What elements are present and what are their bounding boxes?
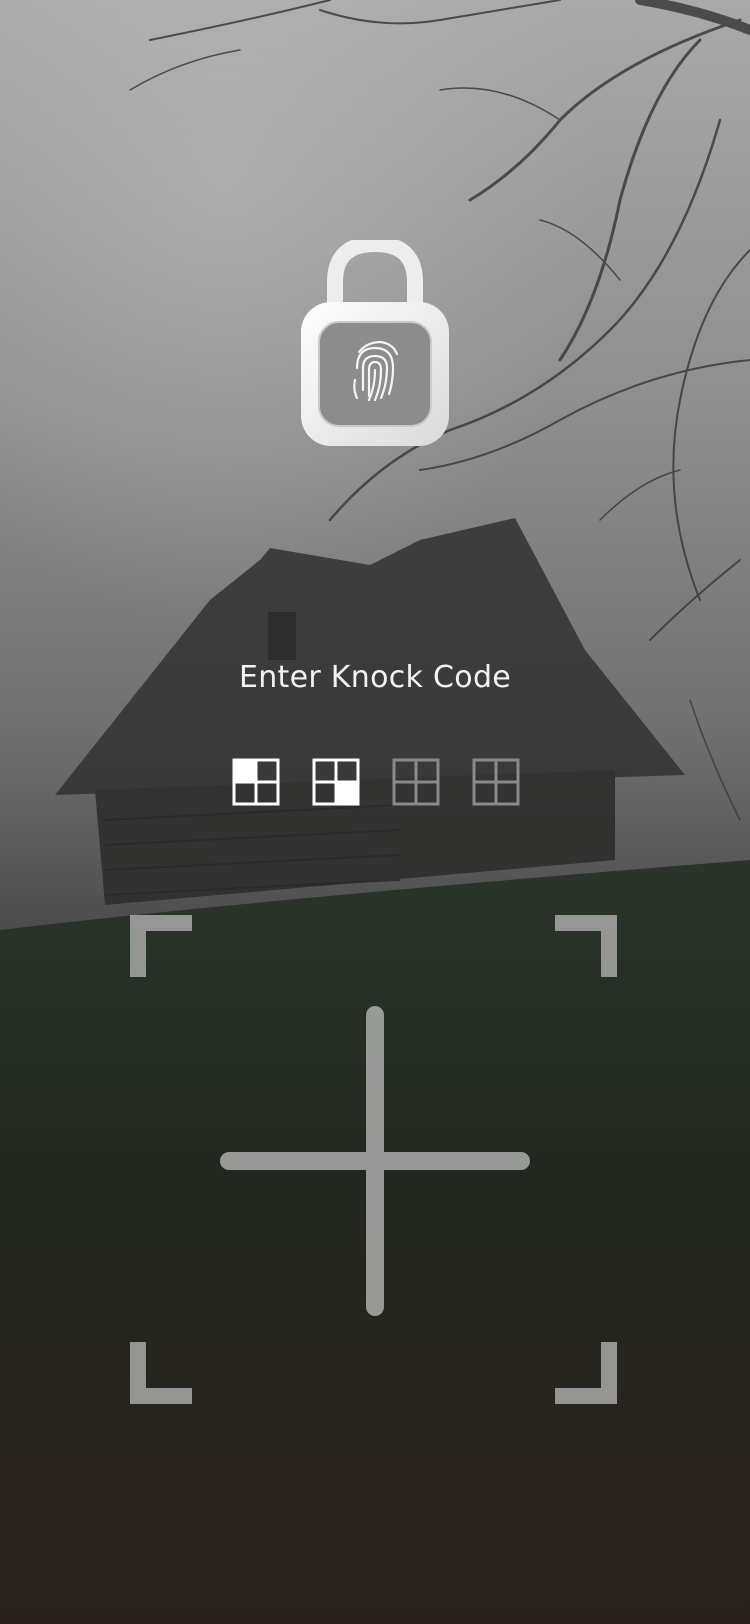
crosshair-horizontal [220, 1152, 530, 1170]
knock-code-indicators [0, 758, 750, 808]
padlock-open-icon [301, 240, 449, 446]
knock-indicator-3 [392, 758, 440, 806]
page-title: Enter Knock Code [238, 660, 512, 695]
knock-indicator-2 [312, 758, 360, 806]
knock-indicator-1 [232, 758, 280, 806]
knock-indicator-4 [472, 758, 520, 806]
knock-code-pad[interactable] [120, 910, 630, 1410]
